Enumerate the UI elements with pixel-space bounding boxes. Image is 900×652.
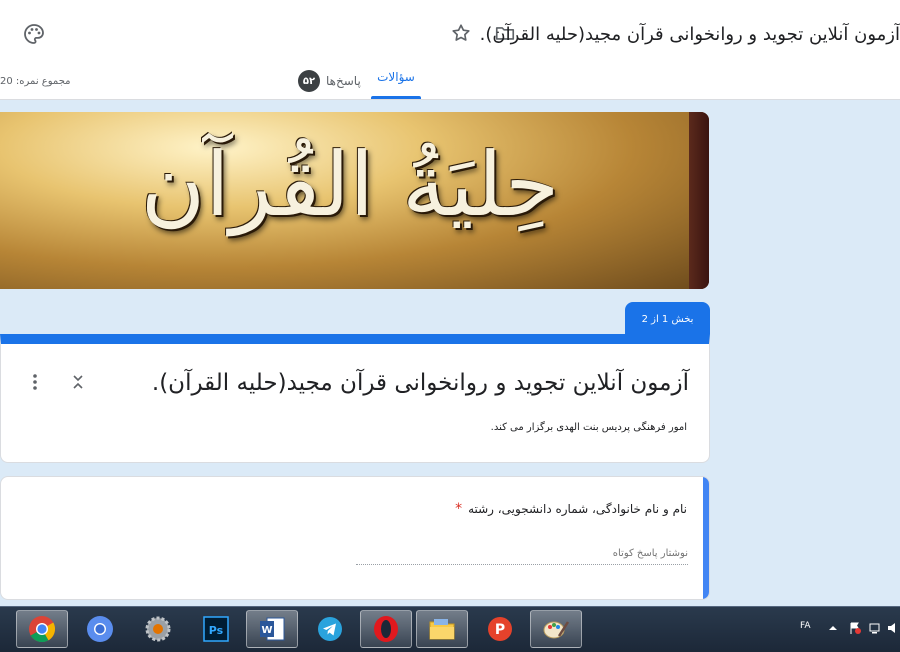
- document-title-bar: آزمون آنلاین تجوید و روانخوانی قرآن مجید…: [480, 20, 900, 48]
- palette-icon[interactable]: [22, 22, 46, 46]
- tab-responses-label: پاسخ‌ها: [326, 74, 361, 88]
- language-indicator[interactable]: FA: [800, 621, 811, 631]
- banner-calligraphy: حِلیَةُ القُرآن: [140, 133, 560, 236]
- total-points: مجموع نمره: 20: [0, 76, 71, 87]
- taskbar-file-explorer[interactable]: [416, 610, 468, 648]
- form-editor-header: آزمون آنلاین تجوید و روانخوانی قرآن مجید…: [0, 0, 900, 100]
- settings-icon: [145, 616, 171, 642]
- opera-icon: [374, 616, 398, 642]
- network-icon[interactable]: [868, 621, 882, 635]
- tab-responses[interactable]: ۵۲ پاسخ‌ها: [298, 70, 361, 92]
- word-icon: W: [260, 617, 285, 641]
- taskbar-opera[interactable]: [360, 610, 412, 648]
- taskbar-telegram[interactable]: [304, 610, 356, 648]
- file-explorer-icon: [429, 619, 455, 640]
- photoshop-icon: Ps: [203, 616, 229, 642]
- form-description[interactable]: امور فرهنگی پردیس بنت الهدی برگزار می کن…: [491, 422, 687, 433]
- svg-text:P: P: [495, 622, 505, 638]
- taskbar-settings[interactable]: [132, 610, 184, 648]
- form-title[interactable]: آزمون آنلاین تجوید و روانخوانی قرآن مجید…: [152, 370, 689, 396]
- star-icon[interactable]: [450, 22, 472, 44]
- form-title-card[interactable]: آزمون آنلاین تجوید و روانخوانی قرآن مجید…: [0, 334, 710, 463]
- telegram-icon: [318, 617, 342, 641]
- more-vert-icon[interactable]: [29, 372, 41, 392]
- svg-text:W: W: [261, 625, 272, 636]
- question-title[interactable]: نام و نام خانوادگی، شماره دانشجویی، رشته…: [455, 501, 687, 517]
- short-answer-field[interactable]: [356, 543, 688, 565]
- required-mark: *: [455, 501, 463, 517]
- question-title-text: نام و نام خانوادگی، شماره دانشجویی، رشته: [468, 502, 687, 516]
- paint-icon: [543, 621, 570, 639]
- chrome-icon: [29, 616, 56, 643]
- psiphon-icon: P: [488, 617, 512, 641]
- collapse-icon[interactable]: [71, 372, 85, 392]
- header-banner-image: حِلیَةُ القُرآن: [0, 112, 709, 289]
- taskbar-chrome[interactable]: [16, 610, 68, 648]
- windows-taskbar: Ps W P FA: [0, 606, 900, 652]
- taskbar-word[interactable]: W: [246, 610, 298, 648]
- question-focus-accent: [703, 477, 709, 599]
- section-indicator: بخش 1 از 2: [625, 302, 710, 336]
- editor-tabs: مجموع نمره: 20 ۵۲ پاسخ‌ها سؤالات: [0, 60, 900, 100]
- tab-questions[interactable]: سؤالات: [372, 70, 420, 84]
- question-card[interactable]: نام و نام خانوادگی، شماره دانشجویی، رشته…: [0, 476, 710, 600]
- banner-edge: [689, 112, 709, 289]
- taskbar-photoshop[interactable]: Ps: [190, 610, 242, 648]
- action-center-flag-icon[interactable]: [848, 621, 862, 635]
- chromium-icon: [87, 616, 113, 642]
- active-tab-indicator: [371, 96, 421, 99]
- taskbar-psiphon[interactable]: P: [474, 610, 526, 648]
- svg-text:Ps: Ps: [209, 624, 224, 637]
- volume-icon[interactable]: [886, 621, 900, 635]
- show-hidden-icons-icon[interactable]: [826, 621, 840, 635]
- taskbar-paint[interactable]: [530, 610, 582, 648]
- taskbar-chromium[interactable]: [74, 610, 126, 648]
- document-title[interactable]: آزمون آنلاین تجوید و روانخوانی قرآن مجید…: [480, 24, 900, 45]
- responses-count-badge: ۵۲: [298, 70, 320, 92]
